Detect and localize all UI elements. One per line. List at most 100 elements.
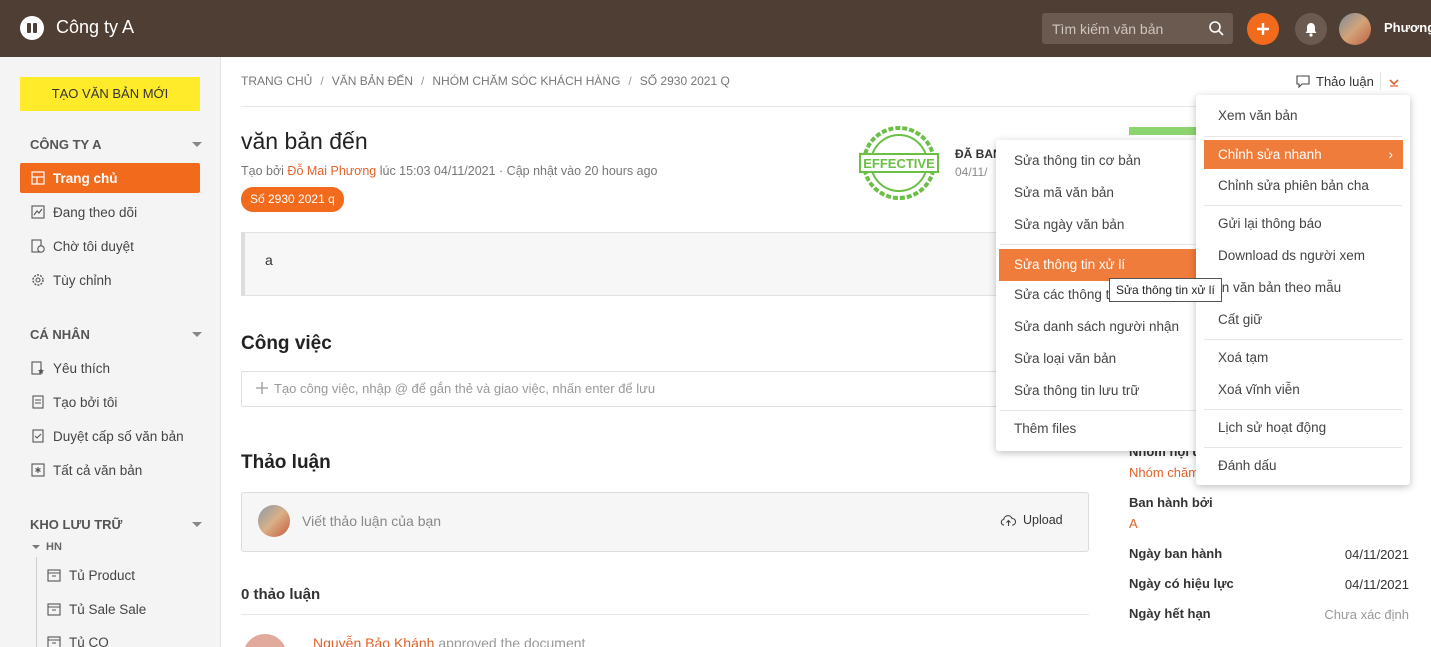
meta-suffix: lúc 15:03 04/11/2021 · Cập nhật vào 20 h… [376, 164, 658, 178]
menu-item-soft-delete[interactable]: Xoá tạm [1196, 342, 1410, 374]
status-date: 04/11/ [955, 165, 988, 179]
document-content: a [265, 252, 273, 268]
breadcrumb-item[interactable]: TRANG CHỦ [241, 74, 312, 88]
menu-item-edit-recipients[interactable]: Sửa danh sách người nhận [996, 311, 1207, 343]
sidebar-item-home[interactable]: Trang chủ [20, 163, 200, 193]
menu-item-edit-storage[interactable]: Sửa thông tin lưu trữ [996, 375, 1207, 407]
task-input[interactable]: Tạo công việc, nhập @ để gắn thẻ và giao… [241, 371, 1101, 407]
company-logo-icon[interactable] [20, 16, 44, 40]
menu-item-edit-date[interactable]: Sửa ngày văn bản [996, 209, 1207, 241]
document-number-tag[interactable]: Số 2930 2021 q [241, 187, 344, 212]
issued-by-value[interactable]: A [1129, 516, 1138, 531]
menu-item-print-template[interactable]: In văn bản theo mẫu [1196, 272, 1410, 304]
issue-date-label: Ngày ban hành [1129, 546, 1223, 561]
menu-item-bookmark[interactable]: Đánh dấu [1196, 450, 1410, 482]
asterisk-doc-icon [31, 463, 45, 477]
breadcrumb-item[interactable]: VĂN BẢN ĐẾN [332, 74, 413, 88]
sidebar-item-all-documents[interactable]: Tất cả văn bản [20, 455, 200, 485]
upload-button[interactable]: Upload [1000, 513, 1063, 527]
breadcrumb-item[interactable]: NHÓM CHĂM SÓC KHÁCH HÀNG [432, 74, 620, 88]
menu-item-archive[interactable]: Cất giữ [1196, 304, 1410, 336]
chevron-down-icon[interactable] [192, 332, 202, 337]
menu-item-quick-edit[interactable]: Chỉnh sửa nhanh › [1204, 140, 1403, 169]
menu-item-label: Chỉnh sửa nhanh [1218, 147, 1322, 162]
menu-divider [1000, 410, 1203, 411]
bell-icon [1305, 22, 1317, 37]
sidebar-item-customize[interactable]: Tùy chỉnh [20, 265, 200, 295]
menu-divider [1204, 447, 1402, 448]
menu-item-permanent-delete[interactable]: Xoá vĩnh viễn [1196, 374, 1410, 406]
chevron-right-icon: › [1388, 147, 1394, 162]
discussion-link[interactable]: Thảo luận [1296, 74, 1374, 89]
discussion-placeholder[interactable]: Viết thảo luận của bạn [302, 513, 441, 529]
menu-item-activity-history[interactable]: Lịch sử hoạt động [1196, 412, 1410, 444]
search-input[interactable]: Tìm kiếm văn bản [1042, 13, 1233, 44]
menu-divider [1204, 339, 1402, 340]
upload-label: Upload [1023, 513, 1063, 527]
sidebar-item-label: Yêu thích [53, 360, 111, 376]
group-value[interactable]: Nhóm chăm [1129, 465, 1199, 480]
sidebar-item-label: Tất cả văn bản [53, 462, 143, 478]
sidebar-item-label: Tạo bởi tôi [53, 394, 118, 410]
clock-doc-icon [31, 239, 45, 253]
sidebar-item-approve-numbering[interactable]: Duyệt cấp số văn bản [20, 421, 200, 451]
star-doc-icon [31, 361, 44, 375]
notification-button[interactable] [1295, 13, 1327, 45]
issue-date-value: 04/11/2021 [1344, 547, 1409, 562]
sidebar-item-label: Chờ tôi duyệt [53, 238, 134, 254]
chevron-down-icon[interactable] [192, 142, 202, 147]
search-placeholder: Tìm kiếm văn bản [1052, 21, 1164, 37]
menu-item-resend-notification[interactable]: Gửi lại thông báo [1196, 208, 1410, 240]
chevron-down-icon [32, 545, 40, 549]
status-progress-bar [1129, 127, 1199, 135]
menu-item-view-document[interactable]: Xem văn bản [1196, 100, 1410, 132]
divider [1380, 72, 1381, 90]
document-content-box [241, 232, 1091, 296]
storage-group-label: HN [46, 541, 62, 553]
plus-icon [1257, 23, 1269, 35]
sidebar-item-pending-approval[interactable]: Chờ tôi duyệt [20, 231, 200, 261]
menu-item-edit-processing[interactable]: Sửa thông tin xử lí [999, 249, 1199, 281]
menu-item-edit-basic-info[interactable]: Sửa thông tin cơ bản [996, 145, 1207, 177]
sidebar-item-favorites[interactable]: Yêu thích [20, 353, 200, 383]
menu-item-edit-code[interactable]: Sửa mã văn bản [996, 177, 1207, 209]
user-avatar[interactable] [1339, 13, 1371, 45]
create-plus-button[interactable] [1247, 13, 1279, 45]
storage-item[interactable]: Tủ Product [36, 560, 200, 590]
company-name[interactable]: Công ty A [56, 17, 134, 38]
create-document-button[interactable]: TẠO VĂN BẢN MỚI [20, 77, 200, 111]
stamp-text: EFFECTIVE [863, 156, 935, 171]
menu-item-add-files[interactable]: Thêm files [996, 413, 1207, 445]
storage-item[interactable]: Tủ CO [36, 627, 200, 647]
menu-item-edit-doc-type[interactable]: Sửa loại văn bản [996, 343, 1207, 375]
document-title: văn bản đến [241, 128, 368, 154]
task-placeholder: Tạo công việc, nhập @ để gắn thẻ và giao… [274, 381, 656, 396]
activity-text: approved the document [434, 635, 586, 647]
user-name[interactable]: Phương [1384, 20, 1431, 35]
storage-item[interactable]: Tủ Sale Sale [36, 594, 200, 624]
sidebar-item-following[interactable]: Đang theo dõi [20, 197, 200, 227]
cloud-upload-icon [1000, 514, 1017, 526]
chevron-down-icon[interactable] [1388, 75, 1400, 87]
storage-group-hn[interactable]: HN [32, 541, 62, 553]
author-link[interactable]: Đỗ Mai Phương [287, 164, 376, 178]
activity-item: Nguyễn Bảo Khánh approved the document [313, 635, 585, 647]
sidebar-item-label: Trang chủ [53, 170, 118, 186]
chat-icon [1296, 75, 1310, 88]
sidebar: TẠO VĂN BẢN MỚI CÔNG TY A Trang chủ Đang… [0, 57, 221, 647]
discussion-link-label: Thảo luận [1316, 74, 1374, 89]
top-bar: Công ty A Tìm kiếm văn bản Phương [0, 0, 1431, 57]
activity-user-link[interactable]: Nguyễn Bảo Khánh [313, 635, 434, 647]
breadcrumb: TRANG CHỦ / VĂN BẢN ĐẾN / NHÓM CHĂM SÓC KH… [241, 74, 730, 88]
section-personal-title[interactable]: CÁ NHÂN [30, 327, 90, 342]
menu-divider [1204, 409, 1402, 410]
expiry-date-value: Chưa xác định [1324, 607, 1409, 622]
sidebar-item-created-by-me[interactable]: Tạo bởi tôi [20, 387, 200, 417]
document-actions-menu: Xem văn bản Chỉnh sửa nhanh › Chỉnh sửa … [1196, 95, 1410, 485]
search-icon[interactable] [1209, 21, 1224, 36]
chevron-down-icon[interactable] [192, 522, 202, 527]
section-storage-title[interactable]: KHO LƯU TRỮ [30, 517, 122, 532]
section-company-title[interactable]: CÔNG TY A [30, 137, 102, 152]
menu-item-edit-parent-version[interactable]: Chỉnh sửa phiên bản cha [1196, 170, 1410, 202]
menu-item-download-viewers[interactable]: Download ds người xem [1196, 240, 1410, 272]
